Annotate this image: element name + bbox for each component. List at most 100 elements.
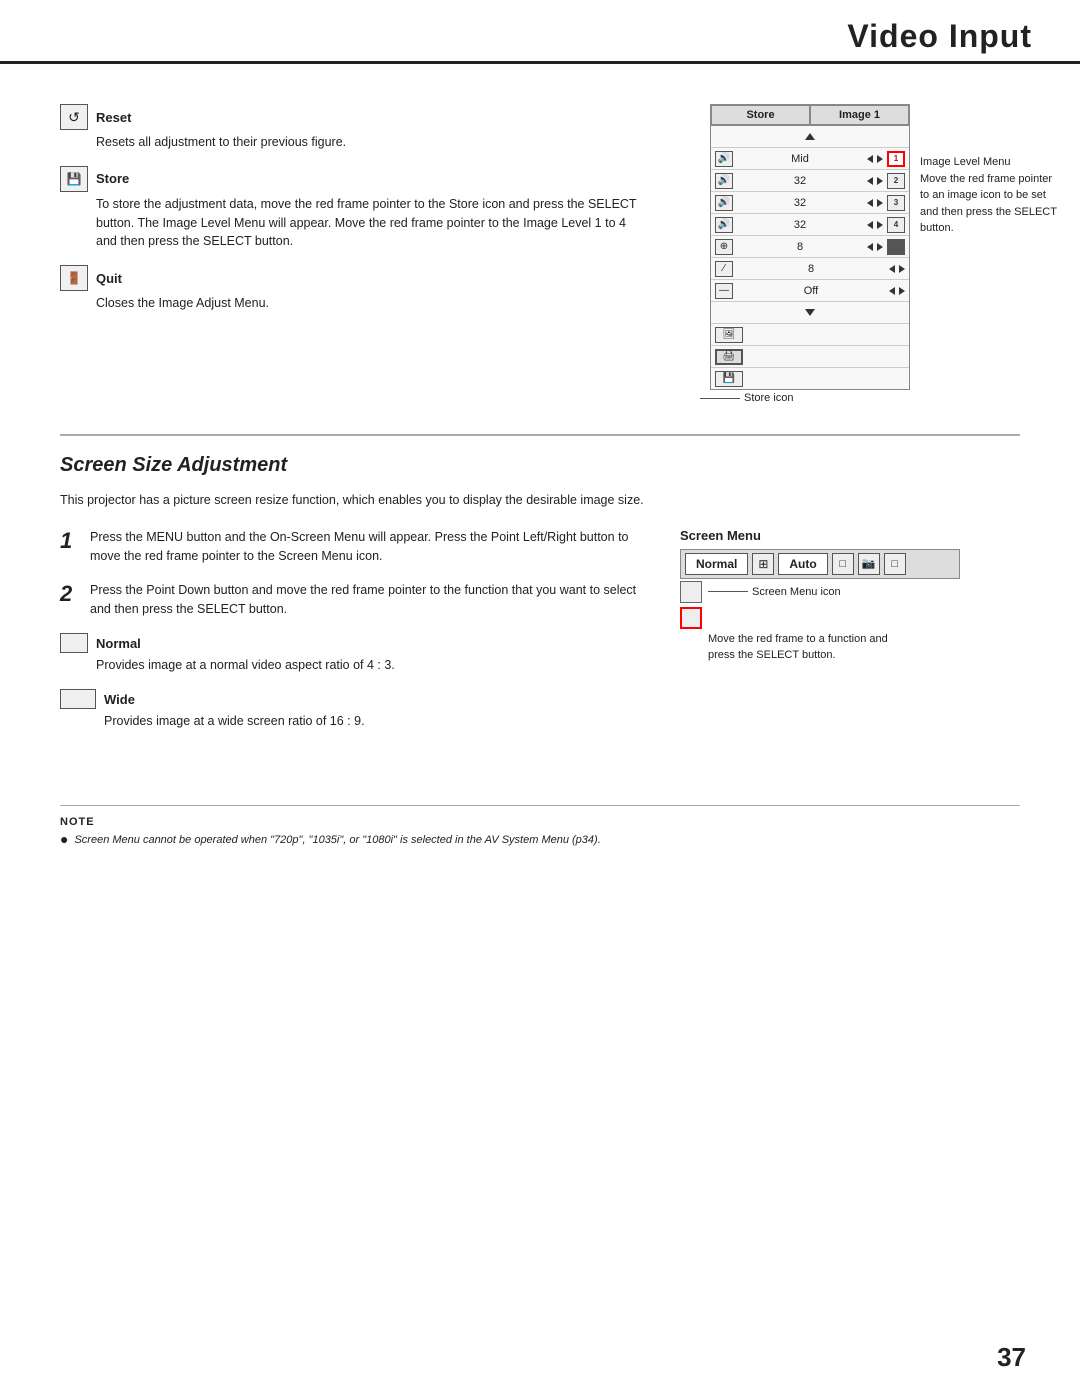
normal-icon: [60, 633, 88, 653]
sm-normal-text: Normal: [696, 557, 737, 571]
section-intro: This projector has a picture screen resi…: [60, 491, 1020, 510]
arrow-left-32-3: [867, 199, 873, 207]
row-icon-off: —: [715, 283, 733, 299]
step-1-num: 1: [60, 528, 80, 567]
bottom-left: 1 Press the MENU button and the On-Scree…: [60, 528, 640, 745]
row-label-8-slash: 8: [737, 263, 885, 275]
sm-icon-camera: 📷: [858, 553, 880, 575]
image-level-menu-header: Store Image 1: [711, 105, 909, 125]
menu-row-frame: 🖼: [711, 323, 909, 345]
menu-row-32-3: 🔊 32 3: [711, 191, 909, 213]
section-divider: [60, 434, 1020, 436]
step-2-num: 2: [60, 581, 80, 620]
arrow-left-8c: [867, 243, 873, 251]
screen-menu-label: Screen Menu: [680, 528, 1020, 543]
image-badge-1: 1: [887, 151, 905, 167]
quit-header: 🚪 Quit: [60, 265, 640, 291]
row-icon-disk: 💾: [715, 371, 743, 387]
row-label-mid: Mid: [737, 153, 863, 165]
image-badge-2: 2: [887, 173, 905, 189]
image-level-menu-container: Store Image 1 🔊 Mid: [700, 104, 910, 404]
store-icon: 💾: [60, 166, 88, 192]
up-arrow-icon: [805, 133, 815, 140]
arrow-right-32-3: [877, 199, 883, 207]
image-level-callout-text: Image Level MenuMove the red frame point…: [920, 156, 1057, 234]
row-icon-store: 🖨: [715, 349, 743, 365]
left-panel: ↺ Reset Resets all adjustment to their p…: [60, 104, 640, 404]
menu-row-off: — Off: [711, 279, 909, 301]
step-1: 1 Press the MENU button and the On-Scree…: [60, 528, 640, 567]
screen-menu-diagram: Screen Menu Normal ⊞ Auto □ 📷 □: [680, 528, 1020, 664]
arrow-left-8s: [889, 265, 895, 273]
sm-normal-button: Normal: [685, 553, 748, 575]
row-icon-32-2: 🔊: [715, 173, 733, 189]
screen-menu-icon-label: Screen Menu icon: [752, 586, 841, 598]
row-label-32-3: 32: [737, 197, 863, 209]
arrow-right-8s: [899, 265, 905, 273]
top-section: ↺ Reset Resets all adjustment to their p…: [60, 104, 1020, 404]
store-header: 💾 Store: [60, 166, 640, 192]
sm-auto-text: Auto: [789, 557, 816, 571]
step-2: 2 Press the Point Down button and move t…: [60, 581, 640, 620]
image-badge-4: 4: [887, 217, 905, 233]
sm-auto-button: Auto: [778, 553, 827, 575]
menu-row-down: [711, 301, 909, 323]
page-number: 37: [997, 1342, 1026, 1373]
menu-row-32-2: 🔊 32 2: [711, 169, 909, 191]
menu-row-8-circle: ⊕ 8: [711, 235, 909, 257]
arrow-right-8c: [877, 243, 883, 251]
page-header: Video Input: [0, 0, 1080, 64]
menu-row-8-slash: ∕ 8: [711, 257, 909, 279]
screen-menu-bar: Normal ⊞ Auto □ 📷 □: [680, 549, 960, 579]
reset-icon: ↺: [60, 104, 88, 130]
menu-row-disk: 💾: [711, 367, 909, 389]
sm-small-box-selected: [680, 607, 702, 629]
wide-header: Wide: [60, 689, 640, 709]
screen-menu-row3: Move the red frame to a function andpres…: [680, 607, 1020, 664]
note-section: NOTE ● Screen Menu cannot be operated wh…: [60, 805, 1020, 849]
image-badge-3: 3: [887, 195, 905, 211]
header-image1: Image 1: [810, 105, 909, 125]
arrow-right-mid: [877, 155, 883, 163]
header-store: Store: [711, 105, 810, 125]
image-level-callout: Image Level MenuMove the red frame point…: [920, 104, 1080, 237]
store-icon-annotation: Store icon: [700, 392, 910, 404]
arrow-right-off: [899, 287, 905, 295]
normal-item: Normal Provides image at a normal video …: [60, 633, 640, 675]
quit-description: Closes the Image Adjust Menu.: [96, 294, 640, 313]
page-title: Video Input: [847, 18, 1032, 55]
sm-small-box-1: [680, 581, 702, 603]
screen-menu-row2: Screen Menu icon: [680, 581, 1020, 603]
row-label-32-2: 32: [737, 175, 863, 187]
sm-icon-expand: ⊞: [752, 553, 774, 575]
bottom-section: 1 Press the MENU button and the On-Scree…: [60, 528, 1020, 745]
menu-row-32-4: 🔊 32 4: [711, 213, 909, 235]
row-icon-32-3: 🔊: [715, 195, 733, 211]
reset-description: Resets all adjustment to their previous …: [96, 133, 640, 152]
normal-header: Normal: [60, 633, 640, 653]
wide-description: Provides image at a wide screen ratio of…: [104, 712, 640, 731]
row-label-off: Off: [737, 285, 885, 297]
screen-menu-icon-note: Screen Menu icon: [708, 581, 841, 603]
reset-label: Reset: [96, 110, 131, 125]
image-level-menu: Store Image 1 🔊 Mid: [710, 104, 910, 390]
store-description: To store the adjustment data, move the r…: [96, 195, 640, 251]
row-icon-frame: 🖼: [715, 327, 743, 343]
wide-icon: [60, 689, 96, 709]
quit-icon: 🚪: [60, 265, 88, 291]
solid-badge: [887, 239, 905, 255]
screen-size-section: Screen Size Adjustment This projector ha…: [60, 454, 1020, 745]
wide-item: Wide Provides image at a wide screen rat…: [60, 689, 640, 731]
normal-description: Provides image at a normal video aspect …: [96, 656, 640, 675]
wide-label: Wide: [104, 692, 135, 707]
section-title: Screen Size Adjustment: [60, 454, 1020, 477]
sm-icon-box1: □: [832, 553, 854, 575]
arrow-left-mid: [867, 155, 873, 163]
screen-menu-move-note: Move the red frame to a function andpres…: [708, 631, 1020, 664]
row-icon-32-4: 🔊: [715, 217, 733, 233]
store-label: Store: [96, 171, 129, 186]
arrow-left-32-4: [867, 221, 873, 229]
row-icon-slash: ∕: [715, 261, 733, 277]
reset-header: ↺ Reset: [60, 104, 640, 130]
screen-menu-row3b: [680, 607, 1020, 629]
